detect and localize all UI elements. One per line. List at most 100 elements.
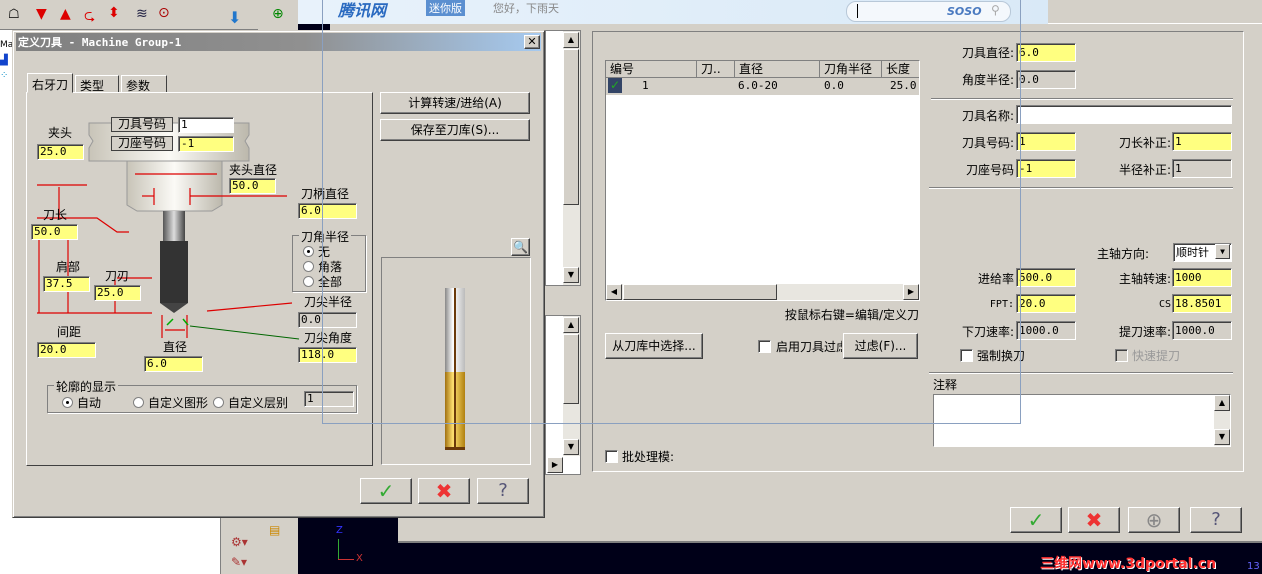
arrow-turn-icon[interactable]: ⮎ xyxy=(84,5,95,29)
holder-number-field[interactable]: -1 xyxy=(1016,159,1076,178)
corner-number: 13 xyxy=(1247,561,1260,572)
plunge-rate-field: 1000.0 xyxy=(1016,321,1076,340)
arrow-up-icon[interactable]: ▲ xyxy=(60,6,71,22)
list-hint: 按鼠标右键=编辑/定义刀 xyxy=(784,308,919,322)
add-button[interactable]: ⊕ xyxy=(1128,507,1180,533)
scroll-down-button[interactable]: ▼ xyxy=(563,439,579,455)
tab-threading[interactable]: 右牙刀 xyxy=(27,73,73,93)
col-name[interactable]: 刀.. xyxy=(697,61,735,78)
tool-manager-panel: 编号 刀.. 直径 刀角半径 长度 ✓ 1 6.0-20 0.0 25.0 ◀ … xyxy=(592,31,1244,472)
chuck-diameter-field[interactable]: 50.0 xyxy=(229,178,276,194)
cancel-button[interactable]: ✖ xyxy=(418,478,470,504)
tool-length-field[interactable]: 50.0 xyxy=(31,224,78,240)
comment-textarea[interactable]: ▲ ▼ xyxy=(933,394,1231,447)
ok-button[interactable]: ✓ xyxy=(1010,507,1062,533)
edit-icon[interactable]: ✎▾ xyxy=(231,555,247,569)
layer-icon[interactable]: ▤ xyxy=(269,523,280,537)
length-offset-field[interactable]: 1 xyxy=(1172,132,1232,151)
radio-auto[interactable]: 自动 xyxy=(62,394,101,411)
tool-diameter-field[interactable]: 6.0 xyxy=(1016,43,1076,62)
bottom-toolbar: ▤ ⚙▾ ✎▾ xyxy=(220,517,298,574)
radio-custom-level[interactable]: 自定义层别 xyxy=(213,394,288,411)
flute-field[interactable]: 25.0 xyxy=(94,285,141,301)
shank-diameter-field[interactable]: 6.0 xyxy=(298,203,357,219)
middle-list-bottom: ▲ ▼ ▶ xyxy=(545,315,581,475)
scroll-thumb[interactable] xyxy=(563,334,579,404)
search-input[interactable]: SOSO ⚲ xyxy=(846,1,1011,22)
axis-triad: Z X xyxy=(330,525,370,570)
holder-number-tag: 刀座号码 xyxy=(111,136,173,151)
dialog-title: 定义刀具 - Machine Group-1 xyxy=(18,36,182,49)
calc-speed-feed-button[interactable]: 计算转速/进给(A) xyxy=(380,92,530,114)
scroll-down-button[interactable]: ▼ xyxy=(563,267,579,283)
left-panel-lower xyxy=(14,517,220,574)
radius-offset-field: 1 xyxy=(1172,159,1232,178)
scroll-thumb[interactable] xyxy=(563,49,579,205)
close-button[interactable]: ✕ xyxy=(524,35,540,49)
col-corner[interactable]: 刀角半径 xyxy=(820,61,882,78)
fpt-field[interactable]: 20.0 xyxy=(1016,294,1076,313)
col-diameter[interactable]: 直径 xyxy=(735,61,820,78)
check-icon: ✓ xyxy=(608,78,622,93)
tab-parameters[interactable]: 参数 xyxy=(121,75,167,93)
shape-icon[interactable]: ⊙ xyxy=(158,5,170,21)
radio-full[interactable]: 全部 xyxy=(303,273,342,290)
waves-icon[interactable]: ≋ xyxy=(136,6,148,22)
force-change-checkbox[interactable] xyxy=(960,349,973,362)
arrow-down-icon[interactable]: ▼ xyxy=(36,6,47,22)
scroll-up-button[interactable]: ▲ xyxy=(563,32,579,48)
ghost-icon[interactable]: ☖ xyxy=(8,7,20,22)
tab-type[interactable]: 类型 xyxy=(75,75,119,93)
col-number[interactable]: 编号 xyxy=(606,61,697,78)
blue-arrow-icon[interactable]: ⬇ xyxy=(228,8,241,27)
table-row[interactable]: ✓ 1 6.0-20 0.0 25.0 xyxy=(606,78,919,95)
chuck-field[interactable]: 25.0 xyxy=(37,144,84,160)
radio-custom-graphics[interactable]: 自定义图形 xyxy=(133,394,208,411)
feed-rate-field[interactable]: 500.0 xyxy=(1016,268,1076,287)
side-toolbar: ⊕ xyxy=(258,0,298,30)
tool-name-field[interactable] xyxy=(1016,105,1232,124)
shoulder-field[interactable]: 37.5 xyxy=(43,276,90,292)
up-down-icon[interactable]: ⬍ xyxy=(108,5,120,21)
h-scrollbar[interactable]: ◀ ▶ xyxy=(606,284,919,300)
right-top-area xyxy=(1048,0,1262,24)
greeting: 您好，下雨天 xyxy=(493,2,559,15)
target-icon[interactable]: ⊕ xyxy=(272,6,284,22)
brand-logo[interactable]: 腾讯网 xyxy=(338,0,386,21)
search-icon[interactable]: ⚲ xyxy=(991,3,1000,17)
ok-button[interactable]: ✓ xyxy=(360,478,412,504)
help-button[interactable]: ? xyxy=(477,478,529,504)
chevron-down-icon[interactable]: ▼ xyxy=(1215,244,1230,259)
select-from-library-button[interactable]: 从刀库中选择... xyxy=(605,333,703,359)
help-button[interactable]: ? xyxy=(1190,507,1242,533)
title-bar[interactable]: 定义刀具 - Machine Group-1 ✕ xyxy=(16,33,541,51)
tool-number-field[interactable]: 1 xyxy=(178,117,234,133)
save-to-library-button[interactable]: 保存至刀库(S)... xyxy=(380,119,530,141)
zoom-preview-button[interactable]: 🔍 xyxy=(511,238,530,256)
axis-z-label: Z xyxy=(336,525,343,536)
top-toolbar: ☖ ▼ ▲ ⮎ ⬍ ≋ ⊙ ⬇ xyxy=(0,0,258,30)
axis-x-label: X xyxy=(356,553,363,564)
batch-checkbox[interactable] xyxy=(605,450,618,463)
filter-button[interactable]: 过虑(F)... xyxy=(843,333,918,359)
define-tool-dialog: 定义刀具 - Machine Group-1 ✕ 右牙刀 类型 参数 刀具号码 … xyxy=(12,30,545,518)
cs-field[interactable]: 18.8501 xyxy=(1172,294,1232,313)
spindle-speed-field[interactable]: 1000 xyxy=(1172,268,1232,287)
tool-list[interactable]: 编号 刀.. 直径 刀角半径 长度 ✓ 1 6.0-20 0.0 25.0 ◀ … xyxy=(605,60,920,301)
diameter-field[interactable]: 6.0 xyxy=(144,356,203,372)
filter-checkbox[interactable] xyxy=(758,340,771,353)
tab-content: 刀具号码 1 刀座号码 -1 夹头 25.0 夹头直径 50.0 刀柄直径 6.… xyxy=(26,92,373,466)
retract-rate-field: 1000.0 xyxy=(1172,321,1232,340)
spacing-field[interactable]: 20.0 xyxy=(37,342,96,358)
col-length[interactable]: 长度 xyxy=(882,61,919,78)
spindle-direction-select[interactable]: 顺时针 ▼ xyxy=(1173,243,1232,262)
tool-number-field[interactable]: 1 xyxy=(1016,132,1076,151)
tool-icon[interactable]: ⚙▾ xyxy=(231,535,248,549)
scroll-up-button[interactable]: ▲ xyxy=(563,317,579,333)
holder-number-field[interactable]: -1 xyxy=(178,136,234,152)
cancel-button[interactable]: ✖ xyxy=(1068,507,1120,533)
middle-list-top: ▲ ▼ xyxy=(545,30,581,286)
scroll-right-button[interactable]: ▶ xyxy=(547,457,563,473)
tip-angle-field[interactable]: 118.0 xyxy=(298,347,357,363)
dots-icon: ⁘ xyxy=(0,70,9,81)
